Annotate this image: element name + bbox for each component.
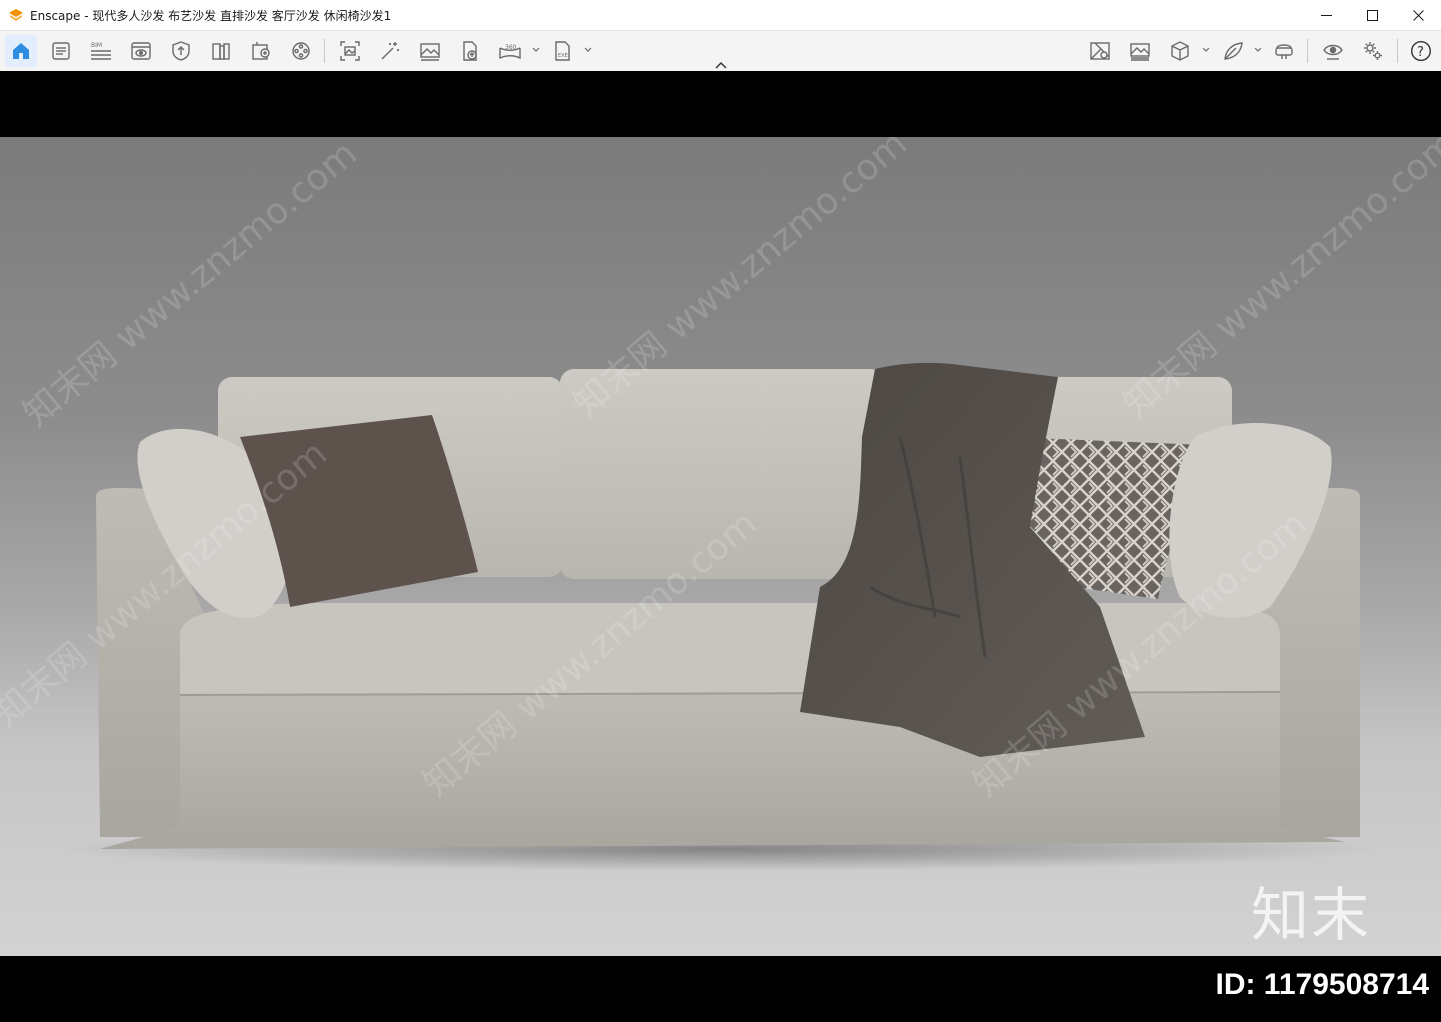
material-editor-button[interactable] bbox=[245, 35, 277, 67]
book-icon bbox=[212, 43, 230, 60]
enscape-logo-icon bbox=[8, 7, 24, 23]
sync-button[interactable] bbox=[165, 35, 197, 67]
home-button[interactable] bbox=[5, 35, 37, 67]
picture-icon bbox=[420, 43, 440, 61]
magic-wand-icon bbox=[381, 42, 399, 60]
bim-icon: BIM bbox=[91, 42, 111, 60]
gallery-button[interactable] bbox=[414, 35, 446, 67]
cube-icon bbox=[1171, 41, 1189, 61]
render-button[interactable] bbox=[374, 35, 406, 67]
minimize-button[interactable] bbox=[1303, 0, 1349, 31]
chevron-up-icon[interactable] bbox=[714, 60, 728, 70]
close-button[interactable] bbox=[1395, 0, 1441, 31]
znzmo-logo: 知末 bbox=[1250, 881, 1371, 949]
gears-icon bbox=[1364, 42, 1382, 60]
toolbar-separator bbox=[324, 39, 325, 63]
window-title: Enscape - 现代多人沙发 布艺沙发 直排沙发 客厅沙发 休闲椅沙发1 bbox=[30, 8, 392, 23]
video-button[interactable] bbox=[285, 35, 317, 67]
sketch-button[interactable] bbox=[1217, 35, 1249, 67]
panorama-dropdown-icon[interactable] bbox=[531, 45, 541, 55]
cube-dropdown-icon[interactable] bbox=[1201, 45, 1211, 55]
vr-button[interactable] bbox=[1268, 35, 1300, 67]
document-list-icon bbox=[52, 42, 70, 60]
views-button[interactable] bbox=[45, 35, 77, 67]
shield-icon bbox=[172, 41, 190, 61]
enscape-window: Enscape - 现代多人沙发 布艺沙发 直排沙发 客厅沙发 休闲椅沙发1 B… bbox=[0, 0, 1441, 1022]
svg-text:BIM: BIM bbox=[91, 42, 102, 49]
images-stack-icon bbox=[1130, 43, 1150, 61]
toolbar-separator bbox=[1397, 39, 1398, 63]
screenshot-button[interactable] bbox=[334, 35, 366, 67]
render-viewport[interactable]: 知末网 www.znzmo.com 知末网 www.znzmo.com 知末网 … bbox=[0, 71, 1441, 1022]
exe-file-icon: EXE bbox=[555, 41, 570, 61]
panorama-360-icon: 360 bbox=[499, 44, 521, 60]
title-bar: Enscape - 现代多人沙发 布艺沙发 直排沙发 客厅沙发 休闲椅沙发1 bbox=[0, 0, 1441, 31]
visual-settings-button[interactable] bbox=[125, 35, 157, 67]
bim-button[interactable]: BIM bbox=[85, 35, 117, 67]
svg-text:EXE: EXE bbox=[558, 53, 568, 59]
views-cube-button[interactable] bbox=[1164, 35, 1196, 67]
eye-settings-icon bbox=[1323, 44, 1343, 60]
toolbar-separator bbox=[1307, 39, 1308, 63]
capture-frame-icon bbox=[340, 41, 360, 61]
minimize-icon bbox=[1320, 15, 1332, 16]
help-button[interactable]: ? bbox=[1405, 35, 1437, 67]
batch-render-button[interactable] bbox=[1124, 35, 1156, 67]
window-controls bbox=[1303, 0, 1441, 31]
clipping-button[interactable] bbox=[1084, 35, 1116, 67]
eye-screen-icon bbox=[131, 42, 151, 60]
upload-button[interactable] bbox=[454, 35, 486, 67]
asset-library-button[interactable] bbox=[205, 35, 237, 67]
export-exe-button[interactable]: EXE bbox=[547, 35, 579, 67]
film-reel-icon bbox=[292, 42, 310, 60]
settings-button[interactable] bbox=[1357, 35, 1389, 67]
image-plus-icon bbox=[252, 42, 270, 60]
file-upload-icon bbox=[463, 41, 477, 61]
maximize-button[interactable] bbox=[1349, 0, 1395, 31]
vr-headset-icon bbox=[1275, 44, 1293, 59]
map-location-icon bbox=[1090, 42, 1110, 60]
panorama-button[interactable]: 360 bbox=[494, 35, 526, 67]
home-icon bbox=[13, 43, 29, 59]
maximize-icon bbox=[1366, 10, 1378, 21]
image-id-label: ID: 1179508714 bbox=[1215, 968, 1429, 1001]
sofa-scene: 知末网 www.znzmo.com 知末网 www.znzmo.com 知末网 … bbox=[0, 137, 1441, 956]
svg-text:?: ? bbox=[1417, 45, 1424, 60]
sketch-dropdown-icon[interactable] bbox=[1253, 45, 1263, 55]
view-settings-button[interactable] bbox=[1317, 35, 1349, 67]
leaf-icon bbox=[1224, 42, 1243, 60]
close-icon bbox=[1412, 10, 1424, 21]
export-dropdown-icon[interactable] bbox=[583, 45, 593, 55]
help-icon: ? bbox=[1410, 40, 1432, 62]
